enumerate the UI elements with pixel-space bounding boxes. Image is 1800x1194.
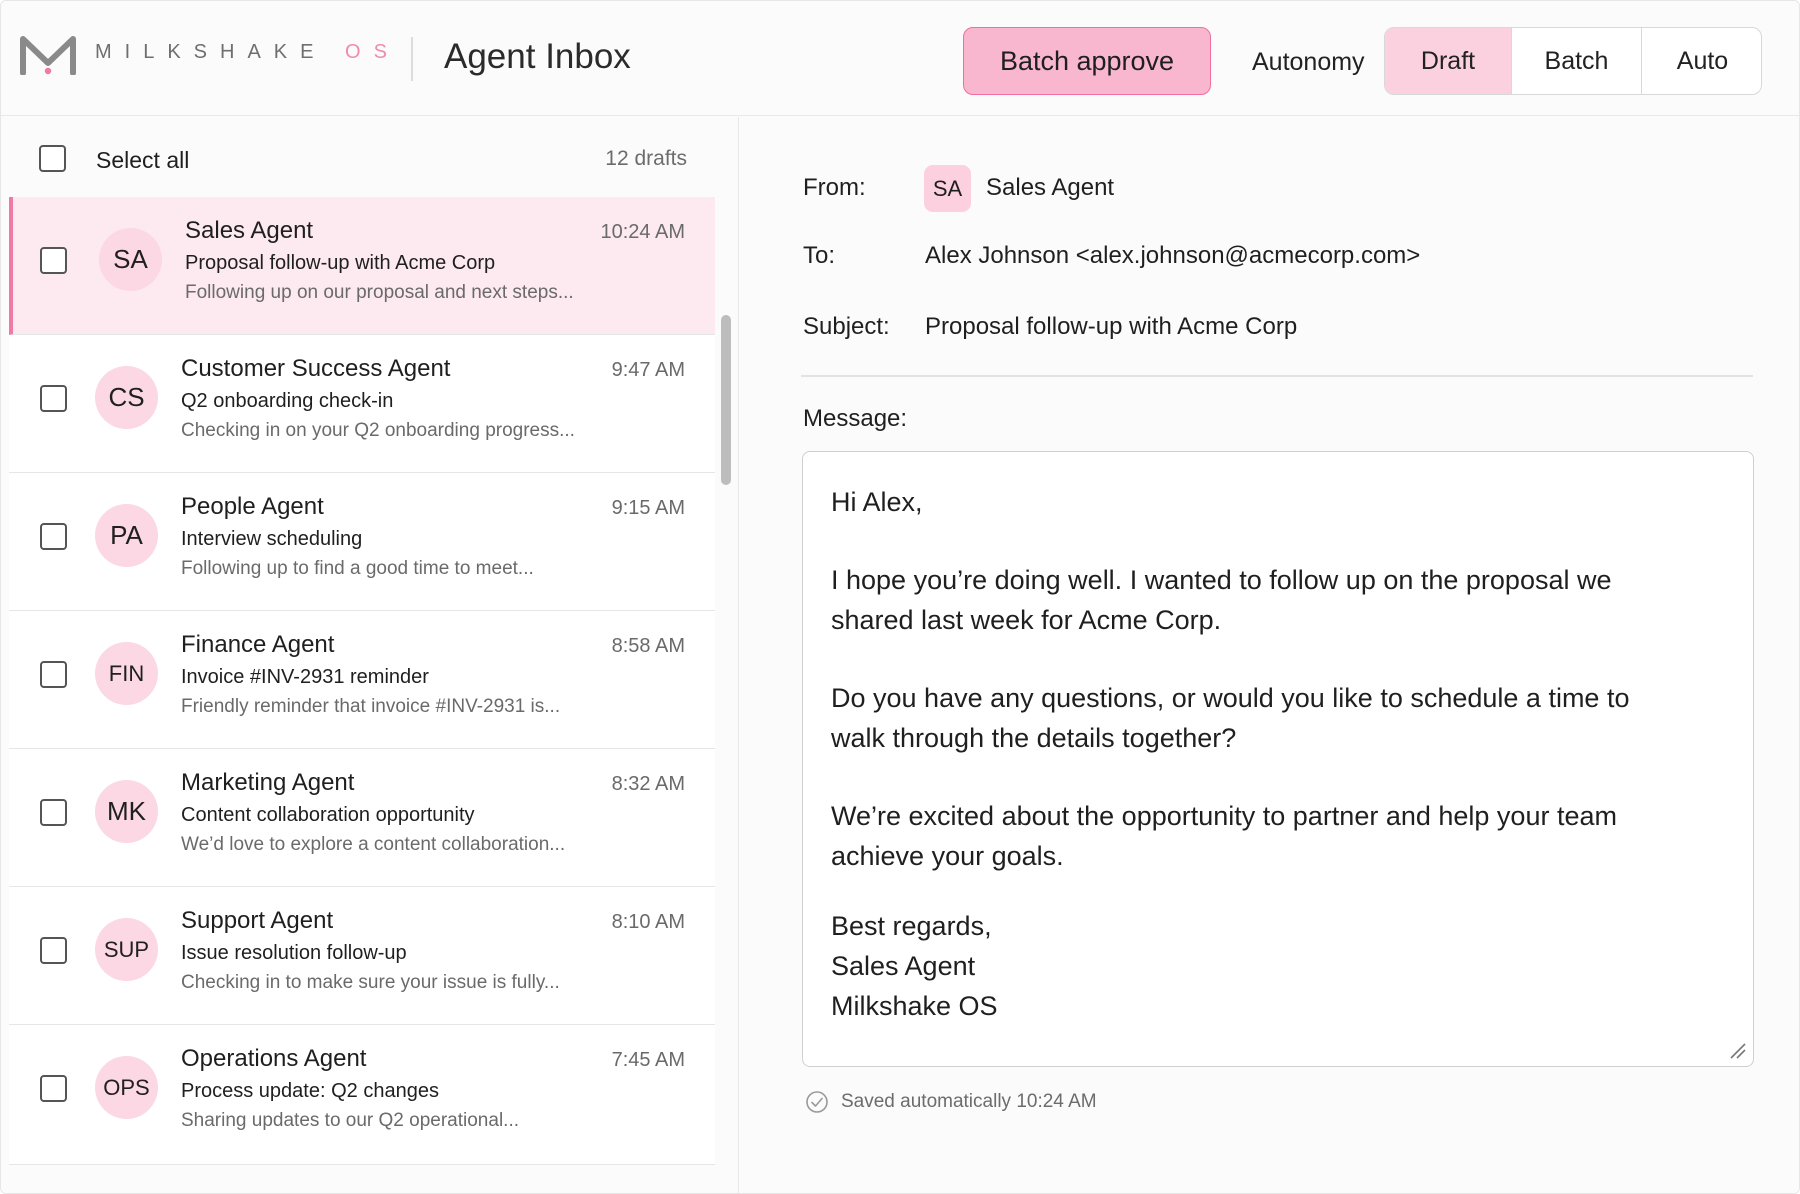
avatar: SUP [95, 918, 158, 981]
message-gap [831, 758, 1725, 796]
item-checkbox[interactable] [40, 385, 67, 412]
autonomy-label: Autonomy [1252, 48, 1365, 76]
avatar: OPS [95, 1056, 158, 1119]
avatar: PA [95, 504, 158, 567]
item-subject: Content collaboration opportunity [181, 804, 475, 826]
item-time: 7:45 AM [611, 1049, 685, 1071]
mode-auto-button[interactable]: Auto [1642, 28, 1761, 94]
message-gap [831, 522, 1725, 560]
milkshake-logo-icon [20, 36, 76, 75]
item-checkbox[interactable] [40, 799, 67, 826]
item-preview: Checking in on your Q2 onboarding progre… [181, 420, 575, 441]
item-sender: Finance Agent [181, 631, 335, 658]
subject-value: Proposal follow-up with Acme Corp [925, 313, 1298, 340]
item-subject: Issue resolution follow-up [181, 942, 407, 964]
app-window: MILKSHAKE OS Agent Inbox Batch approve A… [0, 0, 1800, 1194]
list-item[interactable]: MK Marketing Agent Content collaboration… [9, 749, 715, 887]
batch-approve-button[interactable]: Batch approve [963, 27, 1211, 95]
message-signature-name: Sales Agent [831, 951, 976, 981]
item-time: 9:15 AM [611, 497, 685, 519]
item-time: 10:24 AM [600, 221, 685, 243]
message-signature-company: Milkshake OS [831, 991, 998, 1021]
list-item[interactable]: SA Sales Agent Proposal follow-up with A… [9, 197, 715, 335]
check-circle-icon [806, 1091, 828, 1113]
draft-list-pane: Select all 12 drafts SA Sales Agent Prop… [1, 117, 739, 1193]
item-sender: Support Agent [181, 907, 334, 934]
page-title: Agent Inbox [444, 37, 631, 76]
item-checkbox[interactable] [40, 1075, 67, 1102]
subject-label: Subject: [803, 313, 890, 340]
item-sender: People Agent [181, 493, 324, 520]
item-checkbox[interactable] [40, 523, 67, 550]
draft-list: SA Sales Agent Proposal follow-up with A… [9, 197, 715, 1193]
item-time: 8:10 AM [611, 911, 685, 933]
item-time: 8:58 AM [611, 635, 685, 657]
message-line: walk through the details together? [831, 723, 1237, 753]
item-checkbox[interactable] [40, 661, 67, 688]
avatar: CS [95, 366, 158, 429]
select-all-row: Select all 12 drafts [1, 117, 739, 197]
item-preview: Friendly reminder that invoice #INV-2931… [181, 696, 561, 717]
message-greeting: Hi Alex, [831, 487, 923, 517]
avatar: FIN [95, 642, 158, 705]
select-all-label[interactable]: Select all [96, 147, 189, 174]
from-label: From: [803, 174, 866, 201]
item-subject: Interview scheduling [181, 528, 363, 550]
list-item[interactable]: OPS Operations Agent Process update: Q2 … [9, 1025, 715, 1165]
message-label: Message: [803, 405, 908, 432]
item-sender: Customer Success Agent [181, 355, 451, 382]
item-preview: Sharing updates to our Q2 operational... [181, 1110, 520, 1131]
message-editor[interactable]: Hi Alex, I hope you’re doing well. I wan… [802, 451, 1754, 1067]
to-value: Alex Johnson <alex.johnson@acmecorp.com> [925, 242, 1421, 269]
item-time: 9:47 AM [611, 359, 685, 381]
item-subject: Q2 onboarding check-in [181, 390, 394, 412]
item-preview: We’d love to explore a content collabora… [181, 834, 566, 855]
draft-detail-pane: From: SA Sales Agent To: Alex Johnson <a… [741, 117, 1799, 1193]
resize-handle-icon[interactable] [1727, 1040, 1747, 1060]
brand-wordmark: MILKSHAKE OS [95, 41, 400, 64]
item-sender: Marketing Agent [181, 769, 355, 796]
avatar: MK [95, 780, 158, 843]
header-divider [801, 375, 1753, 377]
brand-divider [411, 37, 413, 81]
mode-draft-button[interactable]: Draft [1385, 28, 1512, 94]
select-all-checkbox[interactable] [39, 145, 66, 172]
item-checkbox[interactable] [40, 937, 67, 964]
mode-batch-button[interactable]: Batch [1512, 28, 1642, 94]
message-gap [831, 640, 1725, 678]
from-avatar: SA [924, 165, 971, 212]
list-item[interactable]: FIN Finance Agent Invoice #INV-2931 remi… [9, 611, 715, 749]
item-sender: Operations Agent [181, 1045, 367, 1072]
message-gap [831, 876, 1725, 906]
item-preview: Checking in to make sure your issue is f… [181, 972, 560, 993]
item-checkbox[interactable] [40, 247, 67, 274]
list-scrollbar[interactable] [721, 315, 731, 485]
item-subject: Invoice #INV-2931 reminder [181, 666, 429, 688]
message-signoff: Best regards, [831, 911, 992, 941]
item-preview: Following up on our proposal and next st… [185, 282, 574, 303]
message-line: We’re excited about the opportunity to p… [831, 801, 1617, 831]
autosave-text: Saved automatically 10:24 AM [841, 1091, 1097, 1112]
list-item[interactable]: SUP Support Agent Issue resolution follo… [9, 887, 715, 1025]
list-item[interactable]: PA People Agent Interview scheduling Fol… [9, 473, 715, 611]
item-preview: Following up to find a good time to meet… [181, 558, 534, 579]
item-subject: Process update: Q2 changes [181, 1080, 439, 1102]
top-bar: MILKSHAKE OS Agent Inbox Batch approve A… [1, 1, 1799, 116]
draft-count: 12 drafts [605, 147, 687, 170]
item-sender: Sales Agent [185, 217, 314, 244]
item-subject: Proposal follow-up with Acme Corp [185, 252, 496, 274]
message-line: shared last week for Acme Corp. [831, 605, 1222, 635]
to-label: To: [803, 242, 836, 269]
avatar: SA [99, 228, 162, 291]
brand-name: MILKSHAKE [95, 41, 327, 63]
brand-suffix: OS [345, 41, 400, 63]
autonomy-mode-switch: Draft Batch Auto [1384, 27, 1762, 95]
list-item[interactable]: CS Customer Success Agent Q2 onboarding … [9, 335, 715, 473]
message-line: I hope you’re doing well. I wanted to fo… [831, 565, 1612, 595]
message-line: Do you have any questions, or would you … [831, 683, 1630, 713]
item-time: 8:32 AM [611, 773, 685, 795]
autosave-status: Saved automatically 10:24 AM [805, 1090, 1097, 1114]
from-name: Sales Agent [986, 174, 1115, 201]
message-line: achieve your goals. [831, 841, 1064, 871]
